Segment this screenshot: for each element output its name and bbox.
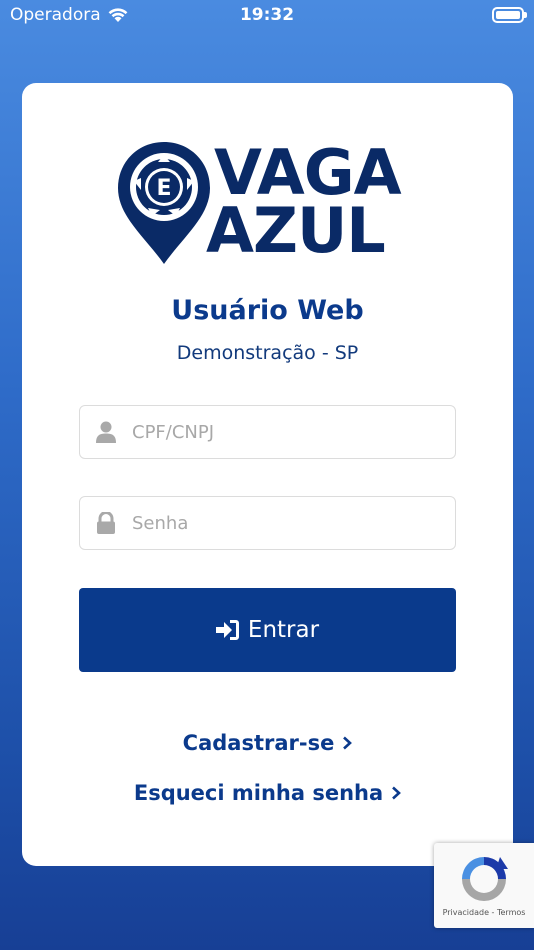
forgot-password-link[interactable]: Esqueci minha senha (22, 781, 513, 805)
cpf-cnpj-field[interactable] (79, 405, 456, 459)
chevron-right-icon (392, 786, 402, 800)
recaptcha-terms[interactable]: Privacidade - Termos (434, 908, 534, 917)
carrier-group: Operadora (10, 5, 129, 25)
lock-icon (80, 497, 132, 549)
cpf-cnpj-input[interactable] (132, 421, 432, 443)
login-button[interactable]: Entrar (79, 588, 456, 672)
page-title: Usuário Web (171, 295, 364, 326)
recaptcha-privacy[interactable]: Privacidade (443, 908, 489, 917)
password-field[interactable] (79, 496, 456, 550)
status-bar: Operadora 19:32 (0, 0, 534, 30)
forgot-password-label: Esqueci minha senha (133, 781, 384, 805)
app-logo: E VAGA AZUL (114, 138, 426, 268)
recaptcha-badge[interactable]: Privacidade - Termos (434, 843, 534, 928)
battery-icon (492, 7, 527, 23)
wifi-icon (108, 8, 128, 22)
register-link-label: Cadastrar-se (182, 731, 335, 755)
user-icon (80, 406, 132, 458)
logo-badge-letter: E (156, 176, 171, 201)
recaptcha-terms-link[interactable]: Termos (497, 908, 525, 917)
logo-line-azul: AZUL (206, 194, 386, 267)
password-input[interactable] (132, 512, 432, 534)
chevron-right-icon (343, 736, 353, 750)
carrier-name: Operadora (10, 5, 101, 25)
recaptcha-separator: - (491, 908, 495, 917)
register-link[interactable]: Cadastrar-se (22, 731, 513, 755)
login-button-label: Entrar (247, 617, 320, 643)
page-subtitle: Demonstração - SP (176, 342, 359, 364)
sign-in-icon (215, 620, 239, 640)
recaptcha-icon (462, 857, 508, 901)
location-pin-icon: E (118, 142, 210, 264)
login-card: E VAGA AZUL Usuário Web Demonstração - S… (22, 83, 513, 866)
